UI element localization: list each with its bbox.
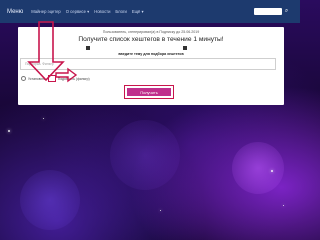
down-arrow-icon [27, 21, 65, 82]
annotation-overlay [27, 21, 78, 83]
right-arrow-icon [55, 67, 78, 83]
